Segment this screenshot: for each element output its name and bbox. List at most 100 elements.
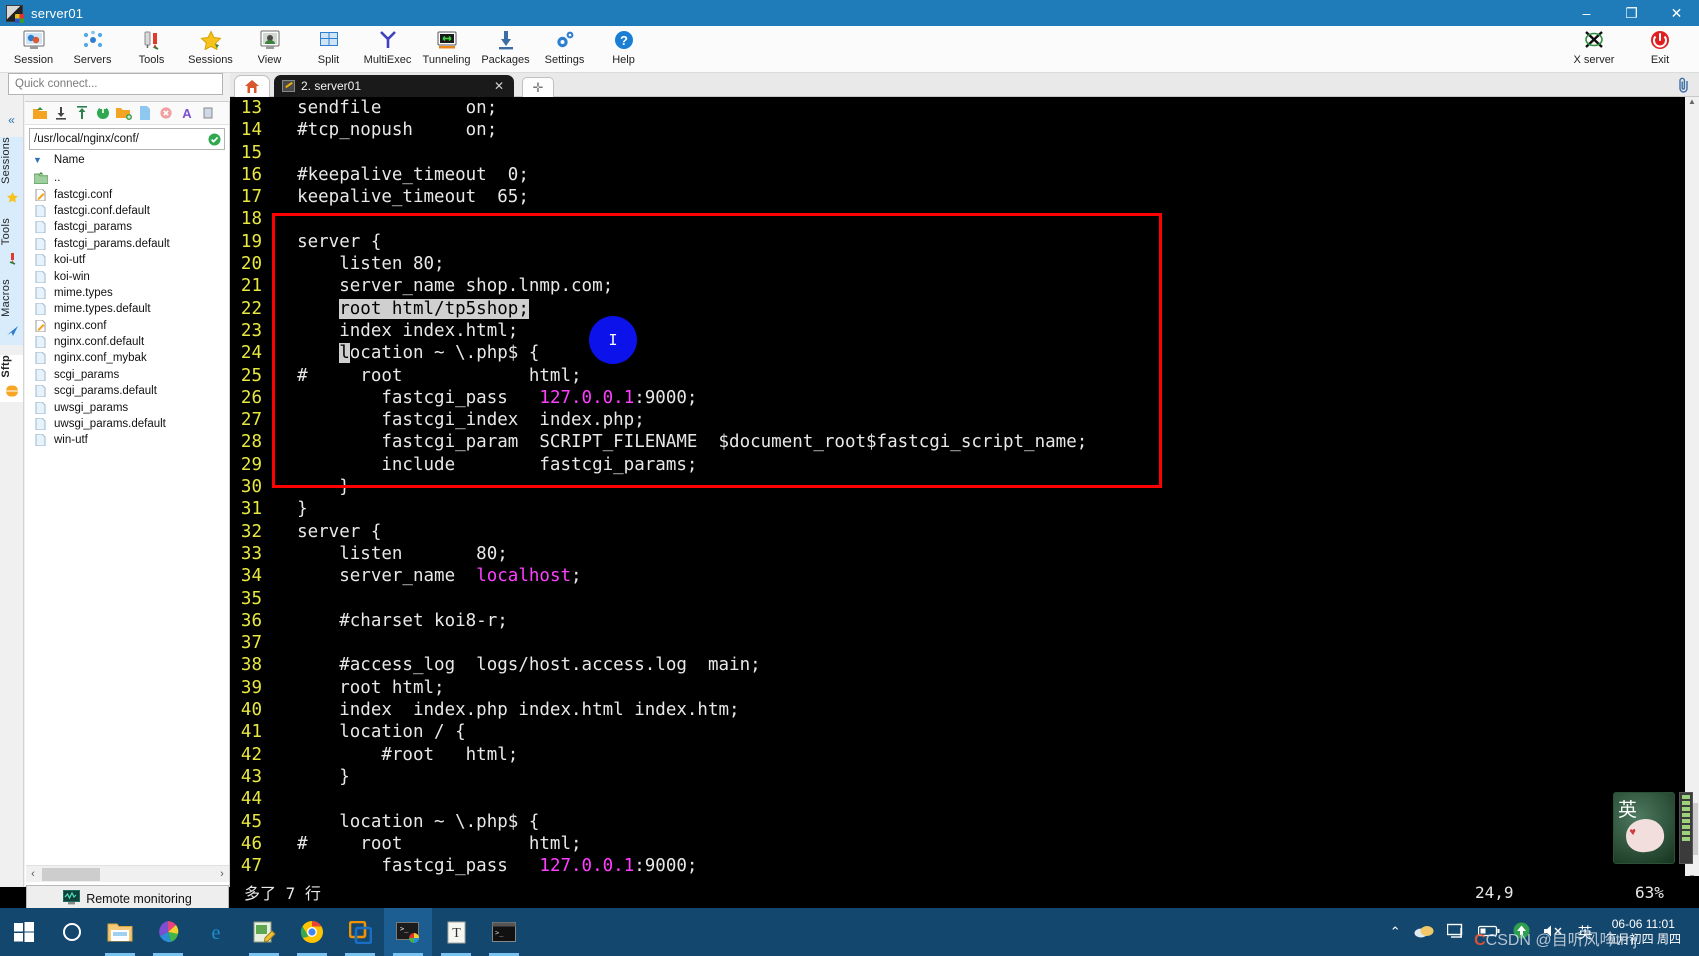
sftp-panel: A /usr/local/nginx/conf/ ▼ Name .. fastc… <box>25 101 230 887</box>
rail-tab-tools[interactable]: Tools <box>0 218 24 245</box>
terminal-vertical-scrollbar[interactable]: ▲ ▼ <box>1685 97 1699 887</box>
list-item[interactable]: fastcgi.conf <box>33 186 229 202</box>
list-item[interactable]: scgi_params.default <box>33 383 229 399</box>
line-number: 13 <box>240 98 262 118</box>
file-icon <box>33 336 49 349</box>
delete-icon[interactable] <box>157 105 174 122</box>
scroll-up-arrow[interactable]: ▲ <box>1685 97 1699 111</box>
chevron-up-icon[interactable]: ⌃ <box>1390 924 1401 940</box>
toolbar-view[interactable]: View <box>240 26 299 72</box>
network-icon[interactable] <box>1446 923 1465 941</box>
toolbar-tunneling[interactable]: Tunneling <box>417 26 476 72</box>
list-item[interactable]: koi-utf <box>33 252 229 268</box>
toolbar-split[interactable]: Split <box>299 26 358 72</box>
list-item-label: uwsgi_params <box>54 401 129 414</box>
scrollbar-thumb[interactable] <box>42 867 100 881</box>
quick-connect-input[interactable]: Quick connect... <box>8 73 223 95</box>
ime-side-bar[interactable] <box>1679 792 1693 864</box>
new-tab-button[interactable]: ✛ <box>522 77 554 97</box>
line-number: 22 <box>240 298 262 319</box>
terminal-tab-icon <box>282 80 295 92</box>
sftp-column-header[interactable]: ▼ Name <box>25 150 229 170</box>
list-item[interactable]: fastcgi.conf.default <box>33 203 229 219</box>
list-item[interactable]: win-utf <box>33 432 229 448</box>
list-item[interactable]: nginx.conf.default <box>33 334 229 350</box>
monitor-icon <box>63 889 81 908</box>
scroll-left-arrow[interactable]: ‹ <box>26 868 40 880</box>
close-button[interactable]: ✕ <box>1654 0 1699 26</box>
new-folder-icon[interactable] <box>115 105 132 122</box>
list-item-label: scgi_params.default <box>54 385 157 398</box>
list-item[interactable]: .. <box>33 170 229 186</box>
list-item-label: scgi_params <box>54 368 120 381</box>
sftp-file-list[interactable]: .. fastcgi.conf fastcgi.conf.default fas… <box>25 170 229 449</box>
toolbar-x-server[interactable]: X server <box>1561 26 1627 72</box>
minimize-button[interactable]: – <box>1564 0 1609 26</box>
toolbar-tunneling-label: Tunneling <box>422 54 471 66</box>
scroll-right-arrow[interactable]: › <box>215 868 229 880</box>
file-icon <box>33 303 49 316</box>
toolbar-multiexec[interactable]: MultiExec <box>358 26 417 72</box>
rail-tab-sessions[interactable]: Sessions <box>0 137 24 184</box>
toolbar-settings[interactable]: Settings <box>535 26 594 72</box>
list-item[interactable]: koi-win <box>33 268 229 284</box>
list-item[interactable]: uwsgi_params.default <box>33 416 229 432</box>
home-tab[interactable] <box>234 75 270 97</box>
vmware-button[interactable] <box>336 908 384 956</box>
text-mode-icon[interactable]: A <box>178 105 195 122</box>
tab-server01[interactable]: 2. server01 ✕ <box>274 75 514 97</box>
file-explorer-button[interactable] <box>96 908 144 956</box>
tab-close-icon[interactable]: ✕ <box>494 79 504 93</box>
console-button[interactable]: >_ <box>480 908 528 956</box>
ime-floating-panel[interactable]: 英 <box>1613 792 1675 864</box>
toolbar-exit[interactable]: Exit <box>1627 26 1693 72</box>
line-content: #charset koi8-r; <box>276 610 508 631</box>
texteditor-button[interactable]: T <box>432 908 480 956</box>
list-item[interactable]: uwsgi_params <box>33 399 229 415</box>
refresh-icon[interactable] <box>94 105 111 122</box>
upload-icon[interactable] <box>73 105 90 122</box>
paperclip-icon[interactable] <box>1677 77 1691 97</box>
line-content: location ~ \.php$ { <box>276 811 540 832</box>
line-number: 35 <box>240 588 262 609</box>
terminal-output[interactable]: 13 sendfile on; 14 #tcp_nopush on; 15 16 #k… <box>230 97 1685 887</box>
start-button[interactable] <box>0 908 48 956</box>
tab-server01-label: 2. server01 <box>301 79 362 93</box>
toolbar-servers[interactable]: Servers <box>63 26 122 72</box>
rail-tab-sftp[interactable]: Sftp <box>0 355 24 378</box>
list-item[interactable]: fastcgi_params.default <box>33 236 229 252</box>
terminal-line: 25 # root html; <box>230 365 1685 387</box>
list-item[interactable]: nginx.conf <box>33 318 229 334</box>
up-folder-icon[interactable] <box>31 105 48 122</box>
list-item[interactable]: mime.types <box>33 285 229 301</box>
chrome-button[interactable] <box>288 908 336 956</box>
cortana-button[interactable] <box>48 908 96 956</box>
toolbar-help[interactable]: ? Help <box>594 26 653 72</box>
list-item[interactable]: nginx.conf_mybak <box>33 350 229 366</box>
terminal-line: 13 sendfile on; <box>230 97 1685 119</box>
sftp-path-bar[interactable]: /usr/local/nginx/conf/ <box>29 128 225 150</box>
more-icon[interactable] <box>199 105 216 122</box>
download-icon[interactable] <box>52 105 69 122</box>
line-content: root html; <box>276 677 445 698</box>
maximize-button[interactable]: ❐ <box>1609 0 1654 26</box>
list-item[interactable]: mime.types.default <box>33 301 229 317</box>
sftp-horizontal-scrollbar[interactable]: ‹ › <box>26 865 229 882</box>
toolbar-tools[interactable]: Tools <box>122 26 181 72</box>
onedrive-cloud-icon[interactable] <box>1414 924 1434 941</box>
toolbar-session[interactable]: Session <box>4 26 63 72</box>
edge-button[interactable]: e <box>192 908 240 956</box>
photos-button[interactable] <box>144 908 192 956</box>
terminal-line: 29 include fastcgi_params; <box>230 454 1685 476</box>
mobaxterm-button[interactable]: >_ <box>384 908 432 956</box>
toolbar-sessions[interactable]: Sessions <box>181 26 240 72</box>
view-icon <box>258 29 282 51</box>
new-file-icon[interactable] <box>136 105 153 122</box>
toolbar-packages[interactable]: Packages <box>476 26 535 72</box>
rail-tab-macros[interactable]: Macros <box>0 279 24 317</box>
editor-button[interactable] <box>240 908 288 956</box>
vmware-icon <box>348 920 372 944</box>
list-item[interactable]: scgi_params <box>33 367 229 383</box>
list-item[interactable]: fastcgi_params <box>33 219 229 235</box>
line-number: 27 <box>240 410 262 431</box>
